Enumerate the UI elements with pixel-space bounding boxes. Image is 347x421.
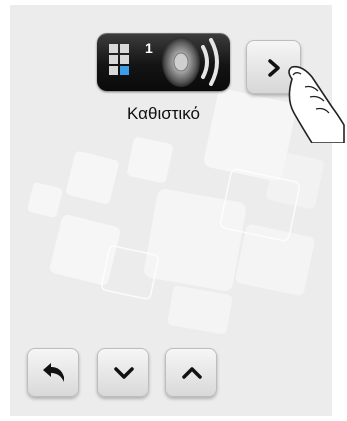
zone-tile[interactable]: 1 (97, 33, 230, 91)
speaker-icon (162, 37, 219, 87)
down-button[interactable] (97, 348, 149, 397)
up-button[interactable] (165, 348, 217, 397)
back-arrow-icon (43, 363, 64, 382)
chevron-up-icon (182, 367, 202, 379)
mode-label: Καθιστικό (127, 104, 200, 123)
pointing-hand-icon (288, 65, 345, 143)
grid-zones-icon (109, 44, 129, 75)
zone-number: 1 (145, 40, 153, 56)
chevron-down-icon (114, 367, 134, 379)
back-button[interactable] (27, 348, 79, 397)
